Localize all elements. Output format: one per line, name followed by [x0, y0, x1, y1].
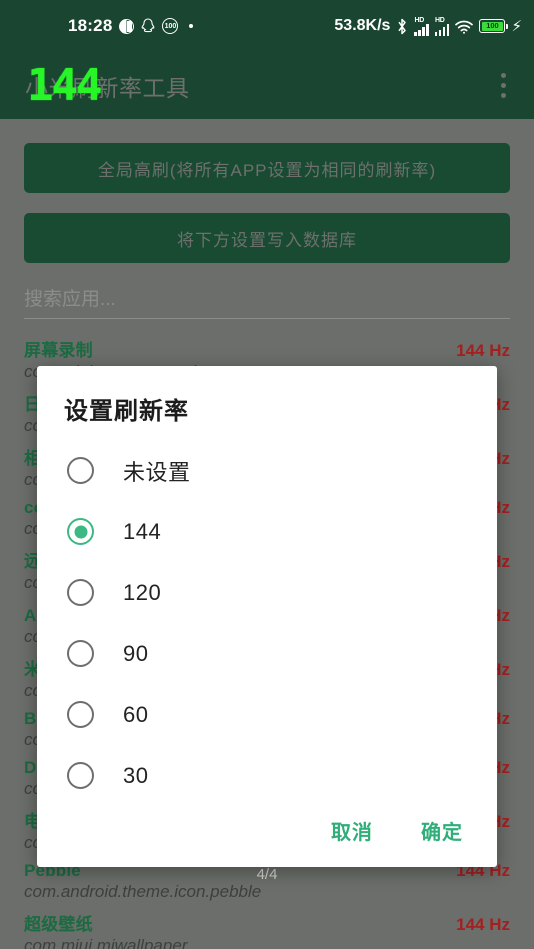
refresh-rate-option-label: 120: [123, 579, 162, 605]
refresh-rate-option[interactable]: 144: [37, 501, 497, 562]
refresh-rate-option-label: 144: [123, 518, 162, 544]
radio-button-icon[interactable]: [67, 701, 94, 728]
radio-button-icon[interactable]: [67, 762, 94, 789]
confirm-button[interactable]: 确定: [417, 810, 467, 851]
radio-button-icon[interactable]: [67, 457, 94, 484]
refresh-rate-option-label: 30: [123, 762, 149, 788]
refresh-rate-option[interactable]: 120: [37, 562, 497, 623]
refresh-rate-option-list: 未设置 144 120 90 60 30: [37, 440, 497, 806]
radio-button-icon[interactable]: [67, 640, 94, 667]
app-root: 18:28 100 53.8K/s HD HD 100 ⚡ 小米刷新率工具 14…: [0, 0, 534, 949]
dialog-title: 设置刷新率: [64, 398, 189, 425]
refresh-rate-option[interactable]: 90: [37, 623, 497, 684]
refresh-rate-option[interactable]: 未设置: [37, 440, 497, 501]
refresh-rate-option[interactable]: 60: [37, 684, 497, 745]
radio-button-icon[interactable]: [67, 518, 94, 545]
refresh-rate-option-label: 90: [123, 640, 149, 666]
radio-button-icon[interactable]: [67, 579, 94, 606]
refresh-rate-dialog: 设置刷新率 未设置 144 120 90 60 30 取消 确定: [37, 366, 497, 867]
cancel-button[interactable]: 取消: [327, 810, 377, 851]
fps-overlay-counter: 144: [27, 60, 102, 111]
refresh-rate-option-label: 60: [123, 701, 149, 727]
dialog-action-bar: 取消 确定: [37, 793, 497, 867]
refresh-rate-option-label: 未设置: [123, 459, 191, 485]
